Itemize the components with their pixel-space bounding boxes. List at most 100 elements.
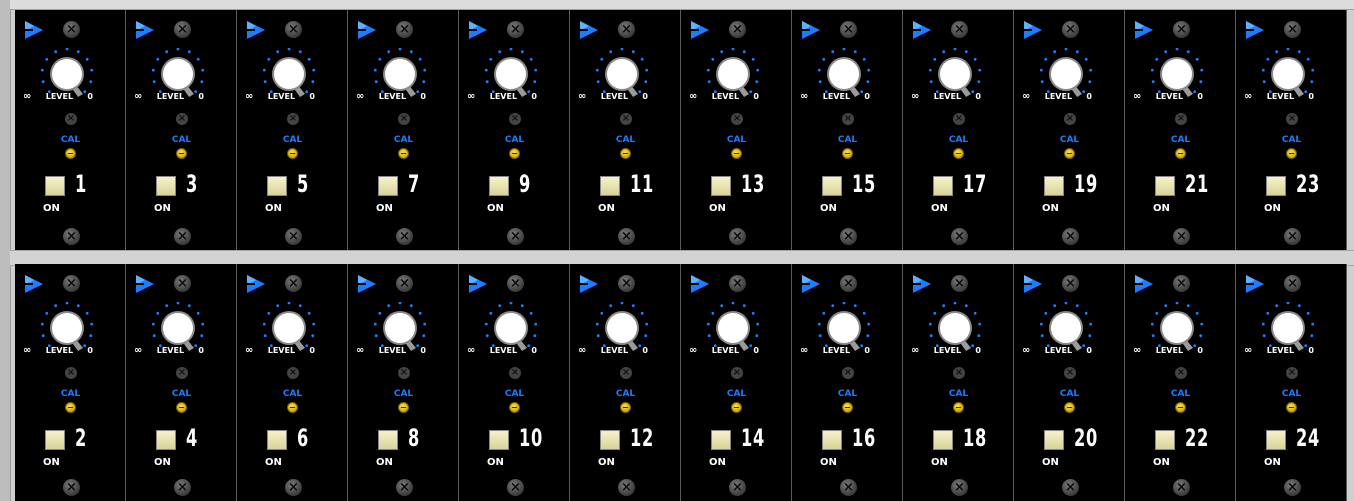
on-label: ON xyxy=(265,203,282,214)
on-switch[interactable] xyxy=(489,430,509,450)
level-label: LEVEL xyxy=(45,346,74,355)
screw-icon: × xyxy=(1286,113,1298,125)
cal-trim-screw-icon[interactable] xyxy=(620,148,631,159)
cal-trim-screw-icon[interactable] xyxy=(176,148,187,159)
cal-trim-screw-icon[interactable] xyxy=(287,402,298,413)
scale-min-label: ∞ xyxy=(578,91,587,102)
on-switch[interactable] xyxy=(933,176,953,196)
brand-logo-icon xyxy=(1135,21,1153,39)
on-switch[interactable] xyxy=(822,176,842,196)
cal-trim-screw-icon[interactable] xyxy=(731,148,742,159)
on-switch[interactable] xyxy=(378,176,398,196)
channel-number: 14 xyxy=(741,424,766,452)
on-switch[interactable] xyxy=(1044,430,1064,450)
channel-number: 7 xyxy=(408,170,421,198)
screw-icon: × xyxy=(396,275,413,292)
cal-label: CAL xyxy=(1170,389,1191,399)
on-label: ON xyxy=(487,457,504,468)
level-label: LEVEL xyxy=(711,346,740,355)
on-switch[interactable] xyxy=(711,430,731,450)
channel-number: 18 xyxy=(963,424,988,452)
on-switch[interactable] xyxy=(45,176,65,196)
scale-min-label: ∞ xyxy=(356,345,365,356)
screw-icon: × xyxy=(842,113,854,125)
on-switch[interactable] xyxy=(600,430,620,450)
screw-icon: × xyxy=(63,21,80,38)
cal-trim-screw-icon[interactable] xyxy=(509,402,520,413)
cal-trim-screw-icon[interactable] xyxy=(65,148,76,159)
channel-module-9: × ∞ LEVEL 0 × CAL 9 ON × xyxy=(459,10,570,250)
cal-trim-screw-icon[interactable] xyxy=(398,402,409,413)
on-switch[interactable] xyxy=(45,430,65,450)
cal-label: CAL xyxy=(504,135,525,145)
channel-number: 17 xyxy=(963,170,988,198)
cal-trim-screw-icon[interactable] xyxy=(287,148,298,159)
scale-max-label: 0 xyxy=(1086,92,1092,101)
screw-icon: × xyxy=(507,21,524,38)
cal-trim-screw-icon[interactable] xyxy=(1064,148,1075,159)
on-switch[interactable] xyxy=(600,176,620,196)
cal-trim-screw-icon[interactable] xyxy=(620,402,631,413)
on-switch[interactable] xyxy=(1266,430,1286,450)
level-scale: ∞ LEVEL 0 xyxy=(911,92,981,104)
on-label: ON xyxy=(1042,203,1059,214)
screw-icon: × xyxy=(951,275,968,292)
cal-trim-screw-icon[interactable] xyxy=(1064,402,1075,413)
screw-icon: × xyxy=(618,479,635,496)
on-switch[interactable] xyxy=(489,176,509,196)
on-switch[interactable] xyxy=(1044,176,1064,196)
scale-max-label: 0 xyxy=(531,92,537,101)
on-switch[interactable] xyxy=(1155,176,1175,196)
screw-icon: × xyxy=(396,21,413,38)
screw-icon: × xyxy=(174,228,191,245)
on-switch[interactable] xyxy=(1266,176,1286,196)
screw-icon: × xyxy=(398,367,410,379)
screw-icon: × xyxy=(840,21,857,38)
on-label: ON xyxy=(1153,203,1170,214)
cal-trim-screw-icon[interactable] xyxy=(731,402,742,413)
cal-trim-screw-icon[interactable] xyxy=(1175,148,1186,159)
cal-trim-screw-icon[interactable] xyxy=(398,148,409,159)
brand-logo-icon xyxy=(358,275,376,293)
cal-label: CAL xyxy=(171,389,192,399)
channel-module-11: × ∞ LEVEL 0 × CAL 11 ON × xyxy=(570,10,681,250)
scale-max-label: 0 xyxy=(420,92,426,101)
screw-icon: × xyxy=(174,275,191,292)
cal-trim-screw-icon[interactable] xyxy=(1175,402,1186,413)
cal-trim-screw-icon[interactable] xyxy=(176,402,187,413)
on-switch[interactable] xyxy=(711,176,731,196)
on-label: ON xyxy=(43,457,60,468)
on-switch[interactable] xyxy=(156,430,176,450)
screw-icon: × xyxy=(1175,367,1187,379)
on-switch[interactable] xyxy=(933,430,953,450)
on-switch[interactable] xyxy=(156,176,176,196)
channel-number: 24 xyxy=(1296,424,1321,452)
on-switch[interactable] xyxy=(1155,430,1175,450)
cal-trim-screw-icon[interactable] xyxy=(842,402,853,413)
level-label: LEVEL xyxy=(600,346,629,355)
cal-trim-screw-icon[interactable] xyxy=(1286,402,1297,413)
cal-trim-screw-icon[interactable] xyxy=(65,402,76,413)
screw-icon: × xyxy=(840,275,857,292)
cal-trim-screw-icon[interactable] xyxy=(842,148,853,159)
cal-trim-screw-icon[interactable] xyxy=(953,402,964,413)
on-label: ON xyxy=(820,203,837,214)
on-switch[interactable] xyxy=(378,430,398,450)
channel-module-17: × ∞ LEVEL 0 × CAL 17 ON × xyxy=(903,10,1014,250)
scale-min-label: ∞ xyxy=(23,345,32,356)
brand-logo-icon xyxy=(802,275,820,293)
level-scale: ∞ LEVEL 0 xyxy=(23,346,93,358)
on-switch[interactable] xyxy=(267,176,287,196)
channel-number: 10 xyxy=(519,424,544,452)
cal-trim-screw-icon[interactable] xyxy=(509,148,520,159)
cal-trim-screw-icon[interactable] xyxy=(1286,148,1297,159)
cal-label: CAL xyxy=(504,389,525,399)
on-switch[interactable] xyxy=(822,430,842,450)
channel-number: 5 xyxy=(297,170,310,198)
screw-icon: × xyxy=(65,367,77,379)
on-switch[interactable] xyxy=(267,430,287,450)
scale-min-label: ∞ xyxy=(1244,91,1253,102)
scale-min-label: ∞ xyxy=(689,345,698,356)
cal-trim-screw-icon[interactable] xyxy=(953,148,964,159)
screw-icon: × xyxy=(1062,479,1079,496)
